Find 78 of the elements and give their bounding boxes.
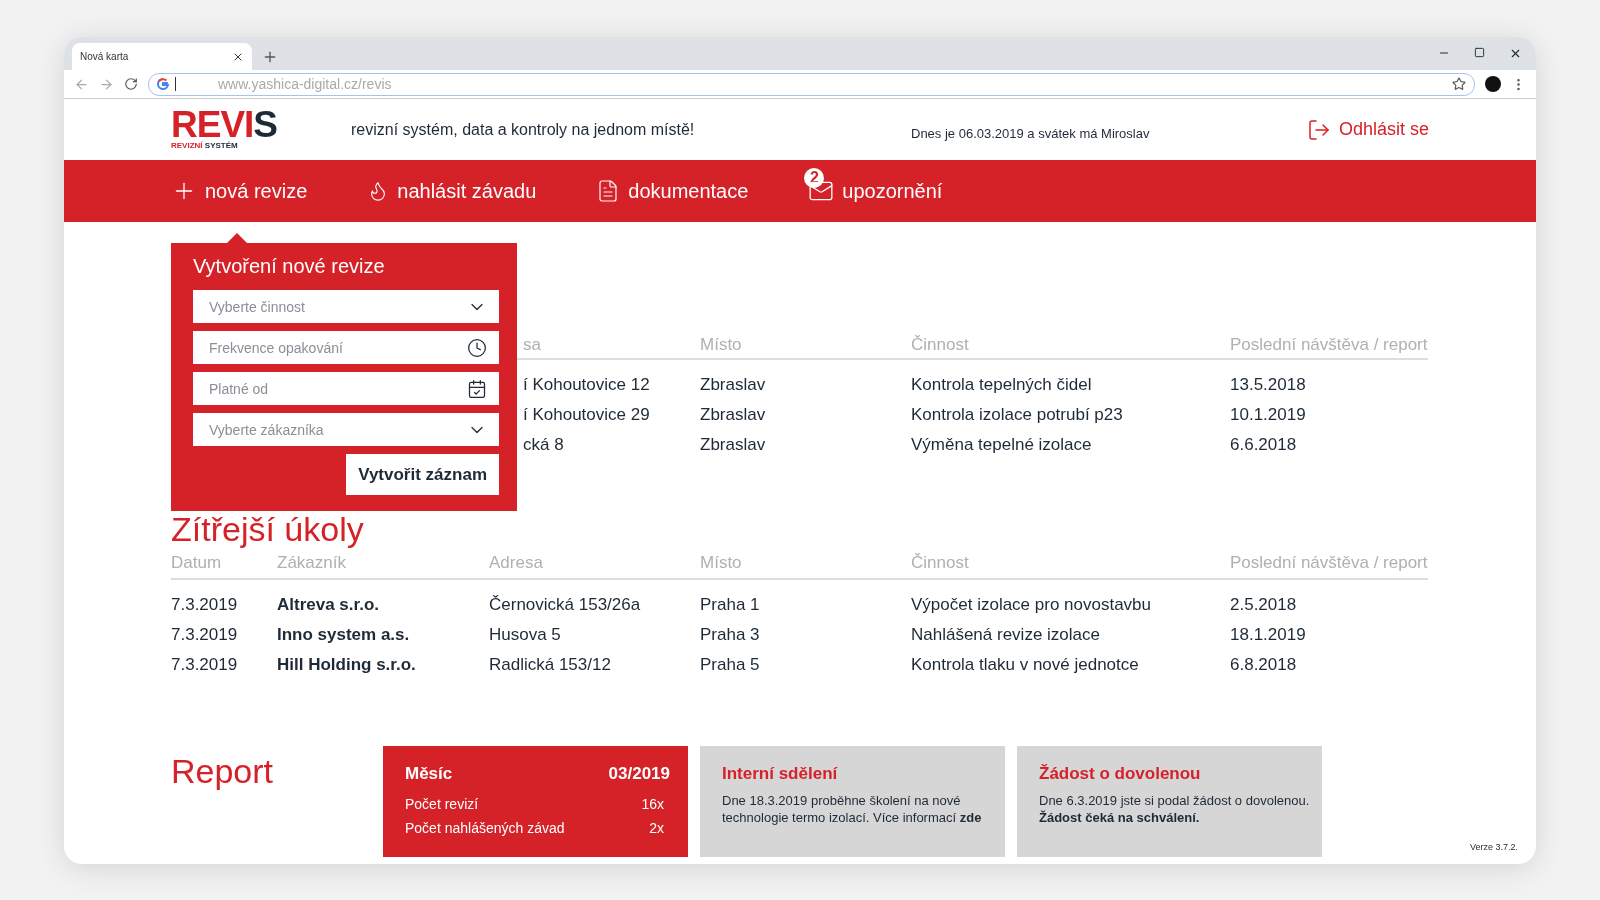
table-cell-text: 18.1.2019	[1230, 625, 1307, 645]
table-cell-text: Zbraslav	[700, 435, 767, 455]
avatar-icon[interactable]	[1485, 76, 1501, 92]
reload-icon[interactable]	[124, 77, 138, 91]
table-cell-text: 6.8.2018	[1230, 655, 1298, 675]
table-cell-text: Kontrola tepelných čidel	[911, 375, 1093, 395]
table-cell-text: Zbraslav	[700, 405, 767, 425]
select-field[interactable]: Vyberte činnost	[193, 290, 499, 323]
table-cell-text: Radlická 153/12	[489, 655, 612, 675]
stat-value: 16x	[641, 796, 664, 812]
google-icon	[157, 78, 169, 90]
column-header: Místo	[700, 335, 743, 355]
version-text: Verze 3.7.2.	[1469, 842, 1518, 852]
nav-item[interactable]: nová revize	[171, 178, 308, 204]
card-label: Měsíc	[405, 764, 453, 784]
logo-subtitle: REVIZNÍ SYSTÉM	[171, 141, 239, 150]
card-title: Interní sdělení	[722, 764, 839, 784]
new-tab-icon[interactable]	[262, 49, 278, 65]
nav-item[interactable]: nahlásit závadu	[367, 179, 537, 203]
table-cell-text: Černovická 153/26a	[489, 595, 642, 615]
table-cell-text: í Kohoutovice 12	[523, 375, 651, 395]
card-value: 03/2019	[608, 764, 670, 784]
create-record-button[interactable]: Vytvořit záznam	[346, 454, 499, 495]
column-header: sa	[523, 335, 542, 355]
popup-title: Vytvoření nové revize	[193, 255, 386, 278]
star-icon[interactable]	[1452, 77, 1466, 91]
nav-item[interactable]: dokumentace	[596, 179, 749, 203]
date-text: Dnes je 06.03.2019 a svátek má Miroslav	[911, 126, 1150, 141]
logo: REVIS	[171, 109, 279, 141]
card-text: Dne 18.3.2019 proběhne školení na nové technologie termo izolací. Více informací zde	[722, 792, 983, 826]
calendar-icon	[467, 378, 487, 399]
input-field[interactable]: Frekvence opakování	[193, 331, 499, 364]
tab-title[interactable]: Nová karta	[80, 51, 129, 62]
column-header: Datum	[171, 553, 223, 573]
tagline: revizní systém, data a kontroly na jednom místě!	[351, 120, 696, 139]
table-cell-text: Kontrola izolace potrubí p23	[911, 405, 1124, 425]
table-cell-text: Husova 5	[489, 625, 562, 645]
table-cell-text: Praha 1	[700, 595, 761, 615]
table-cell-text: Praha 5	[700, 655, 761, 675]
table-cell-text: í Kohoutovice 29	[523, 405, 651, 425]
table-cell-text: Nahlášená revize izolace	[911, 625, 1101, 645]
column-header: Činnost	[911, 335, 970, 355]
card-title: Žádost o dovolenou	[1039, 764, 1202, 784]
table-cell-text: Praha 3	[700, 625, 761, 645]
table-cell-text: 2.5.2018	[1230, 595, 1298, 615]
table-cell-text: Výměna tepelné izolace	[911, 435, 1093, 455]
select-field[interactable]: Vyberte zákazníka	[193, 413, 499, 446]
column-header: Činnost	[911, 553, 970, 573]
stat-value: 2x	[649, 820, 664, 836]
stat-label: Počet revizí	[405, 796, 479, 812]
column-header: Místo	[700, 553, 743, 573]
logout-icon	[1306, 117, 1331, 142]
card-text: Dne 6.3.2019 jste si podal žádost o dovolenou. Žádost čeká na schválení.	[1039, 792, 1311, 826]
logout-link[interactable]: Odhlásit se	[1306, 117, 1429, 142]
table-cell-text: 7.3.2019	[171, 655, 239, 675]
table-cell-text: cká 8	[523, 435, 565, 455]
table-cell-text: Hill Holding s.r.o.	[277, 655, 417, 675]
clock-icon	[467, 337, 487, 358]
maximize-icon[interactable]	[1474, 47, 1485, 58]
table-cell-text: Altreva s.r.o.	[277, 595, 381, 615]
section-title: Report	[171, 752, 275, 791]
table-cell-text: 6.6.2018	[1230, 435, 1298, 455]
table-cell-text: 7.3.2019	[171, 625, 239, 645]
stat-label: Počet nahlášených závad	[405, 820, 565, 836]
close-icon[interactable]	[1509, 47, 1522, 60]
section-title: Zítřejší úkoly	[171, 512, 365, 546]
table-cell-text: Kontrola tlaku v nové jednotce	[911, 655, 1140, 675]
table-cell-text: 7.3.2019	[171, 595, 239, 615]
column-header: Poslední návštěva / report	[1230, 335, 1428, 355]
column-header: Zákazník	[277, 553, 347, 573]
table-cell-text: 13.5.2018	[1230, 375, 1307, 395]
column-header: Poslední návštěva / report	[1230, 553, 1428, 573]
input-field[interactable]: Platné od	[193, 372, 499, 405]
table-cell-text: Výpočet izolace pro novostavbu	[911, 595, 1153, 615]
table-cell-text: Inno system a.s.	[277, 625, 411, 645]
table-cell-text: Zbraslav	[700, 375, 767, 395]
column-header: Adresa	[489, 553, 544, 573]
table-cell-text: 10.1.2019	[1230, 405, 1307, 425]
